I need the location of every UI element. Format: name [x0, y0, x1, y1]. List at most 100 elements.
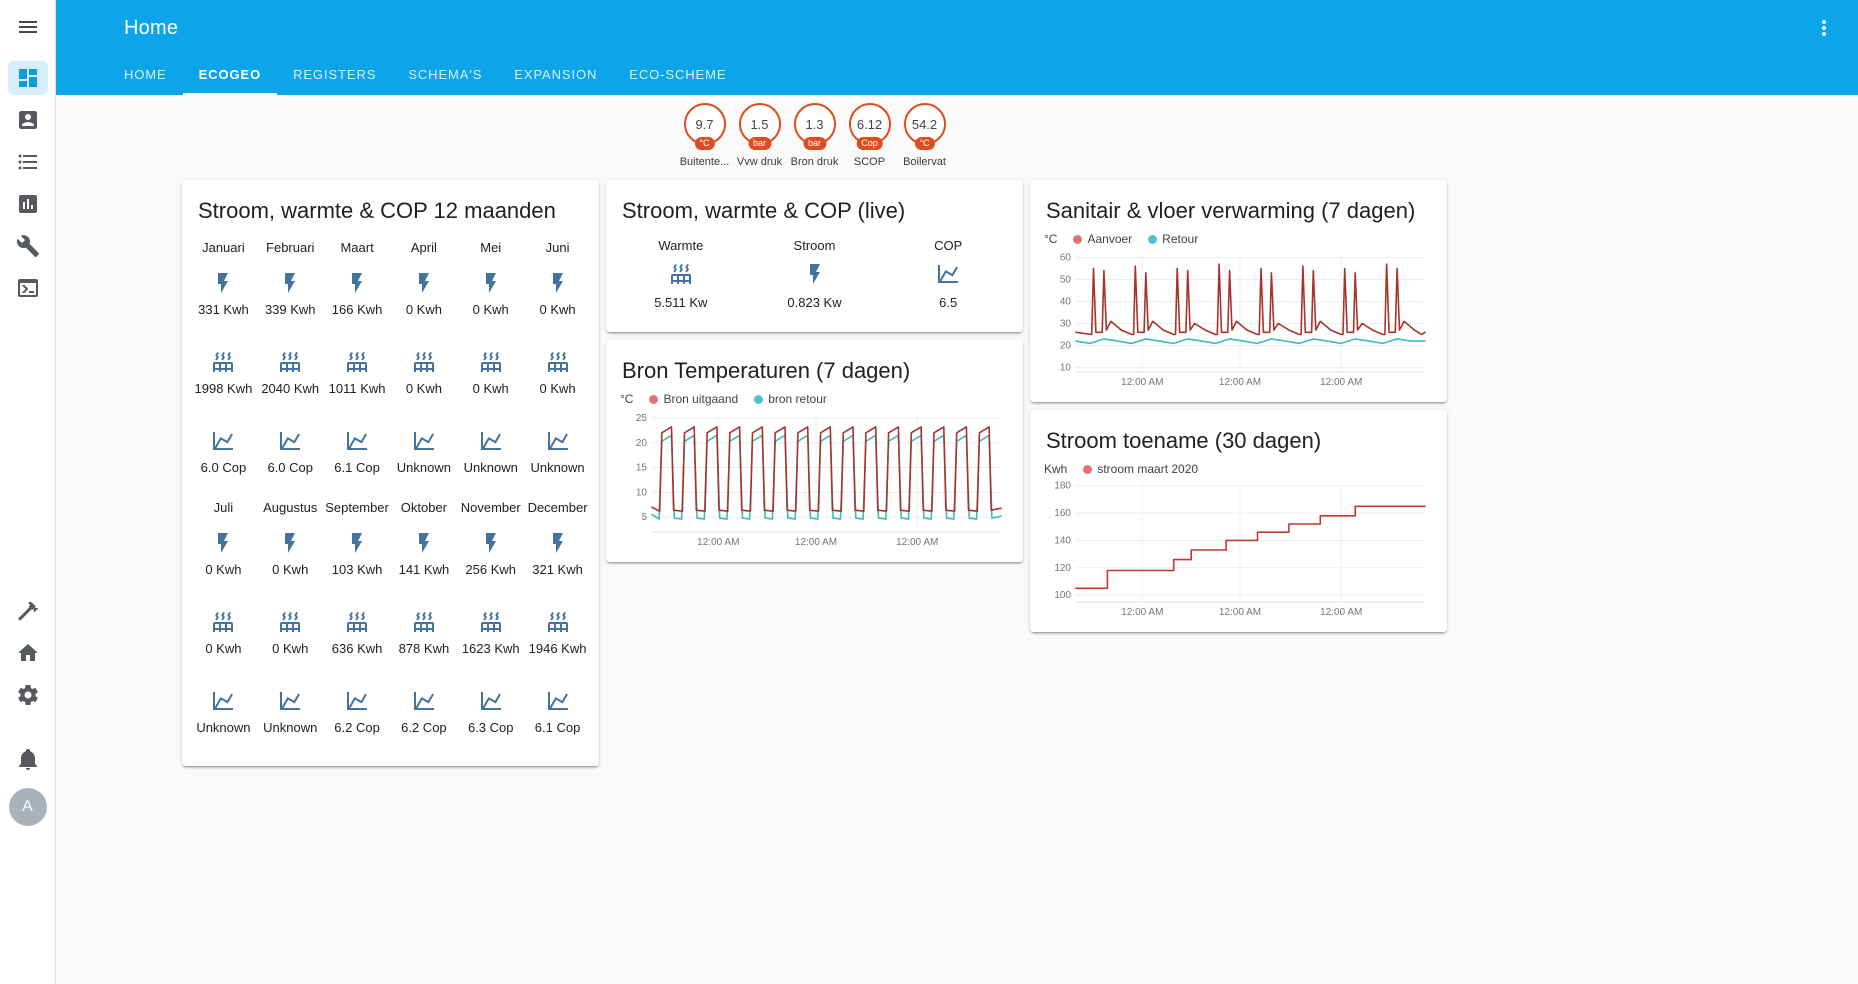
badge-bron-druk[interactable]: 1.3 bar Bron druk [790, 103, 840, 168]
sanitair-chart-legend: Aanvoer Retour [1073, 232, 1198, 246]
live-item-stroom[interactable]: Stroom 0.823 Kw [748, 238, 882, 310]
month-label: Augustus [263, 500, 318, 515]
live-item-warmte[interactable]: Warmte 5.511 Kw [614, 238, 748, 310]
avatar-letter: A [22, 798, 33, 815]
sidebar-item-configuration[interactable] [8, 678, 48, 712]
glance-item[interactable]: 256 Kwh [457, 531, 524, 577]
overflow-menu-button[interactable] [1804, 8, 1844, 48]
svg-text:20: 20 [636, 438, 648, 449]
glance-item[interactable]: 0 Kwh [257, 531, 324, 577]
bron-temperaturen-chart[interactable]: 25 20 15 10 5 12:00 AM 12:00 AM 12:00 AM [622, 408, 1007, 548]
svg-text:100: 100 [1054, 590, 1071, 601]
glance-item[interactable]: 1011 Kwh [324, 350, 391, 396]
format-list-icon [18, 154, 37, 170]
card-stroom-toename: Stroom toename (30 dagen) Kwh stroom maa… [1030, 410, 1447, 632]
flash-icon [285, 273, 296, 293]
glance-item[interactable]: 6.1 Cop [324, 429, 391, 475]
badge-buitente-[interactable]: 9.7 °C Buitente... [680, 103, 730, 168]
glance-item[interactable]: 636 Kwh [324, 610, 391, 656]
glance-item[interactable]: Unknown [524, 429, 591, 475]
bron-chart-legend: Bron uitgaand bron retour [649, 392, 827, 406]
svg-text:12:00 AM: 12:00 AM [1219, 377, 1261, 388]
live-item-cop[interactable]: COP 6.5 [881, 238, 1015, 310]
chart-line-icon [280, 432, 301, 450]
sidebar-item-tools[interactable] [8, 229, 48, 263]
glance-item[interactable]: Unknown [190, 689, 257, 735]
flash-icon [485, 273, 496, 293]
sanitair-vloer-chart[interactable]: 60 50 40 30 20 10 12:00 AM 12:00 AM 12:00 AM [1046, 248, 1431, 388]
glance-item[interactable]: 0 Kwh [524, 271, 591, 317]
card-sanitair-title: Sanitair & vloer verwarming (7 dagen) [1046, 198, 1416, 223]
card-sanitair: Sanitair & vloer verwarming (7 dagen) °C… [1030, 180, 1447, 402]
glance-item[interactable]: 0 Kwh [190, 610, 257, 656]
stroom-toename-chart[interactable]: 180 160 140 120 100 12:00 AM 12:00 AM 12:00 AM [1046, 478, 1431, 618]
svg-text:12:00 AM: 12:00 AM [795, 537, 837, 548]
glance-item[interactable]: Unknown [390, 429, 457, 475]
sidebar-item-home-assistant[interactable] [8, 636, 48, 670]
sidebar-item-overview[interactable] [7, 61, 48, 95]
glance-item[interactable]: 103 Kwh [324, 531, 391, 577]
badge-circle: 54.2 °C [903, 103, 946, 150]
glance-item[interactable]: 166 Kwh [324, 271, 391, 317]
glance-item[interactable]: 0 Kwh [190, 531, 257, 577]
menu-button[interactable] [8, 7, 48, 47]
glance-item[interactable]: 1623 Kwh [457, 610, 524, 656]
legend-dot [1083, 464, 1093, 474]
glance-item[interactable]: 141 Kwh [390, 531, 457, 577]
month-label: Oktober [400, 500, 448, 515]
tab-schema-s[interactable]: SCHEMA'S [392, 56, 498, 95]
chart-line-icon [213, 432, 234, 450]
glance-item[interactable]: 0 Kwh [457, 350, 524, 396]
glance-item[interactable]: 0 Kwh [390, 350, 457, 396]
flash-icon [418, 533, 429, 553]
glance-item[interactable]: 0 Kwh [457, 271, 524, 317]
sidebar-item-history[interactable] [8, 187, 48, 221]
sidebar-nav [7, 57, 48, 309]
notifications-button[interactable] [8, 742, 48, 776]
tab-registers[interactable]: REGISTERS [277, 56, 392, 95]
glance-item[interactable]: 6.0 Cop [190, 429, 257, 475]
svg-text:12:00 AM: 12:00 AM [1121, 377, 1163, 388]
glance-item[interactable]: 339 Kwh [257, 271, 324, 317]
radiator-icon [280, 612, 301, 632]
glance-item-value: 2040 Kwh [261, 381, 320, 396]
svg-text:12:00 AM: 12:00 AM [1219, 607, 1261, 618]
home-icon [17, 644, 38, 661]
glance-item-value: 6.1 Cop [334, 460, 380, 475]
card-live: Stroom, warmte & COP (live) Warmte 5.511 … [606, 180, 1023, 332]
tab-eco-scheme[interactable]: ECO-SCHEME [613, 56, 742, 95]
glance-item[interactable]: 331 Kwh [190, 271, 257, 317]
glance-item[interactable]: 878 Kwh [390, 610, 457, 656]
live-item-value: 5.511 Kw [654, 295, 708, 310]
glance-item[interactable]: 6.0 Cop [257, 429, 324, 475]
badge-scop[interactable]: 6.12 Cop SCOP [845, 103, 895, 168]
glance-item[interactable]: 0 Kwh [390, 271, 457, 317]
glance-item[interactable]: 321 Kwh [524, 531, 591, 577]
sidebar-item-supervisor[interactable] [8, 594, 48, 628]
glance-item[interactable]: 6.1 Cop [524, 689, 591, 735]
avatar[interactable]: A [8, 788, 47, 826]
poll-box-icon [18, 195, 37, 213]
sidebar-item-list[interactable] [8, 145, 48, 179]
glance-item[interactable]: 0 Kwh [257, 610, 324, 656]
glance-item[interactable]: 0 Kwh [524, 350, 591, 396]
sidebar-item-logbook[interactable] [8, 103, 48, 137]
tab-ecogeo[interactable]: ECOGEO [182, 56, 278, 95]
month-label: November [460, 500, 521, 515]
glance-item[interactable]: 6.2 Cop [390, 689, 457, 735]
glance-item[interactable]: 1946 Kwh [524, 610, 591, 656]
radiator-icon [347, 612, 368, 632]
glance-item[interactable]: Unknown [257, 689, 324, 735]
glance-item[interactable]: 1998 Kwh [190, 350, 257, 396]
glance-item[interactable]: 6.3 Cop [457, 689, 524, 735]
glance-item-value: 6.3 Cop [467, 720, 514, 735]
badge-boilervat[interactable]: 54.2 °C Boilervat [900, 103, 950, 168]
sidebar-item-developer-tools[interactable] [8, 271, 48, 305]
glance-item[interactable]: 6.2 Cop [324, 689, 391, 735]
glance-item[interactable]: 2040 Kwh [257, 350, 324, 396]
badge-vvw-druk[interactable]: 1.5 bar Vvw druk [735, 103, 785, 168]
glance-value-row: 0 Kwh 0 Kwh 103 Kwh 141 Kwh 256 Kwh 321 Kwh [182, 515, 599, 594]
glance-item[interactable]: Unknown [457, 429, 524, 475]
tab-expansion[interactable]: EXPANSION [498, 56, 613, 95]
tab-home[interactable]: HOME [108, 56, 183, 95]
